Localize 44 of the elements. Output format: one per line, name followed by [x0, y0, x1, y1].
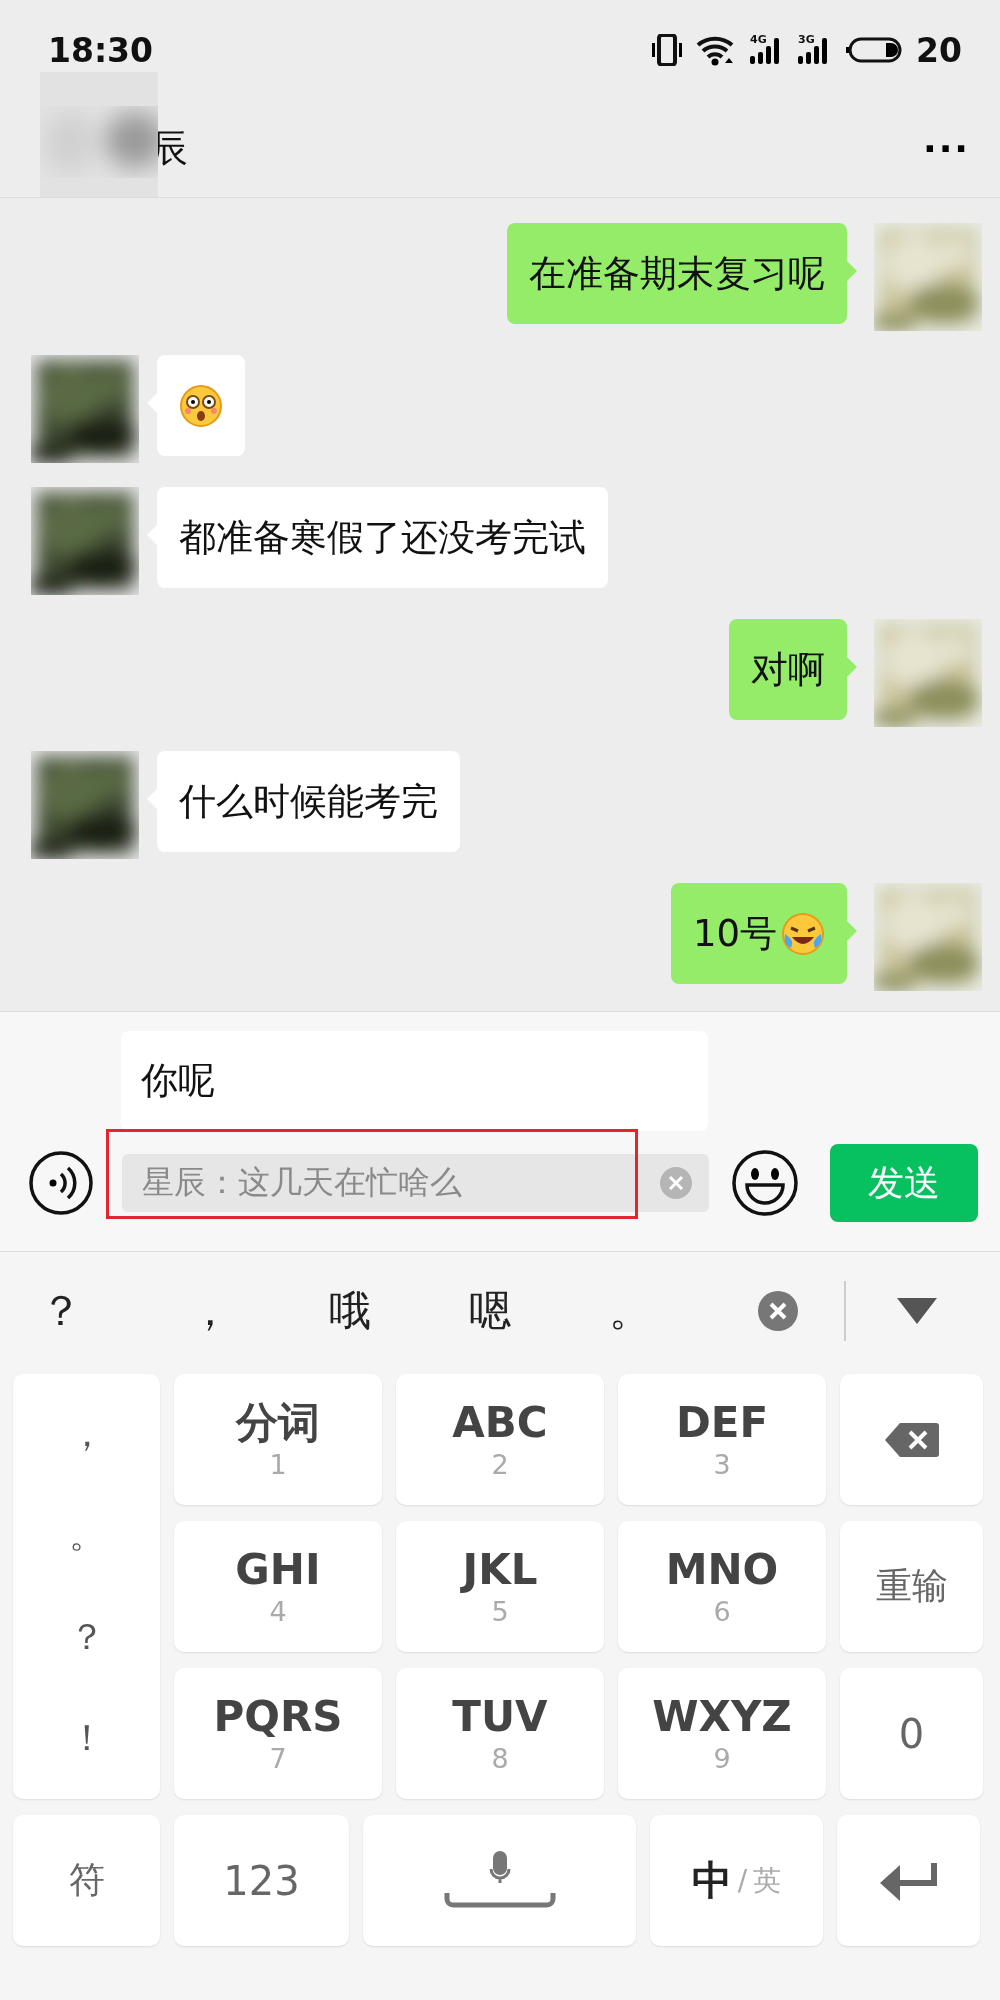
keyboard-key[interactable]: ABC 2	[396, 1374, 604, 1505]
keyboard-key[interactable]: PQRS 7	[174, 1668, 382, 1799]
keyboard-key[interactable]: DEF 3	[618, 1374, 826, 1505]
microphone-space-icon[interactable]	[443, 1850, 556, 1911]
keyboard-key[interactable]: 0	[840, 1668, 983, 1799]
punctuation-key[interactable]: 。	[68, 1511, 105, 1561]
message-input[interactable]: 你呢	[121, 1031, 708, 1131]
quoted-message: 星辰：这几天在忙啥么	[142, 1162, 463, 1203]
voice-icon[interactable]	[28, 1150, 94, 1216]
keyboard-key[interactable]: WXYZ 9	[618, 1668, 826, 1799]
candidate-word[interactable]: 。	[560, 1282, 700, 1339]
candidate-word[interactable]: 嗯	[420, 1282, 560, 1339]
clear-icon[interactable]	[757, 1289, 799, 1332]
message-text: 在准备期末复习呢	[529, 250, 825, 297]
message-text: 都准备寒假了还没考完试	[179, 514, 586, 561]
keyboard-key[interactable]: TUV 8	[396, 1668, 604, 1799]
candidate-word[interactable]: 哦	[280, 1282, 420, 1339]
keyboard-key[interactable]: JKL 5	[396, 1521, 604, 1652]
message-text: 什么时候能考完	[179, 778, 438, 825]
punctuation-key[interactable]: ！	[68, 1713, 105, 1763]
keyboard-key[interactable]: GHI 4	[174, 1521, 382, 1652]
backspace-icon[interactable]	[883, 1420, 940, 1459]
more-icon[interactable]: ···	[922, 128, 970, 169]
keyboard-key[interactable]: 分词 1	[174, 1374, 382, 1505]
clock: 18:30	[48, 30, 154, 70]
message-text: 10号	[692, 910, 777, 957]
keyboard-key[interactable]: 123	[174, 1815, 349, 1946]
network-label: 3G	[798, 33, 815, 46]
language-key[interactable]: 中/ 英	[650, 1815, 823, 1946]
keyboard-key[interactable]: MNO 6	[618, 1521, 826, 1652]
keyboard-key[interactable]: 重输	[840, 1521, 983, 1652]
candidate-word[interactable]: ？	[40, 1282, 140, 1339]
battery-level: 20	[916, 30, 962, 70]
network-label: 4G	[750, 33, 767, 46]
candidate-word[interactable]: ，	[140, 1282, 280, 1339]
keyboard-key[interactable]: 符	[13, 1815, 160, 1946]
vibrate-icon	[652, 34, 683, 66]
battery-icon	[846, 37, 903, 63]
emoji-icon[interactable]	[731, 1149, 799, 1217]
shocked-face-icon	[179, 383, 223, 428]
collapse-icon[interactable]	[897, 1297, 937, 1324]
punctuation-key[interactable]: ？	[68, 1612, 105, 1662]
punctuation-key[interactable]: ，	[68, 1410, 105, 1460]
message-text: 对啊	[751, 646, 825, 693]
